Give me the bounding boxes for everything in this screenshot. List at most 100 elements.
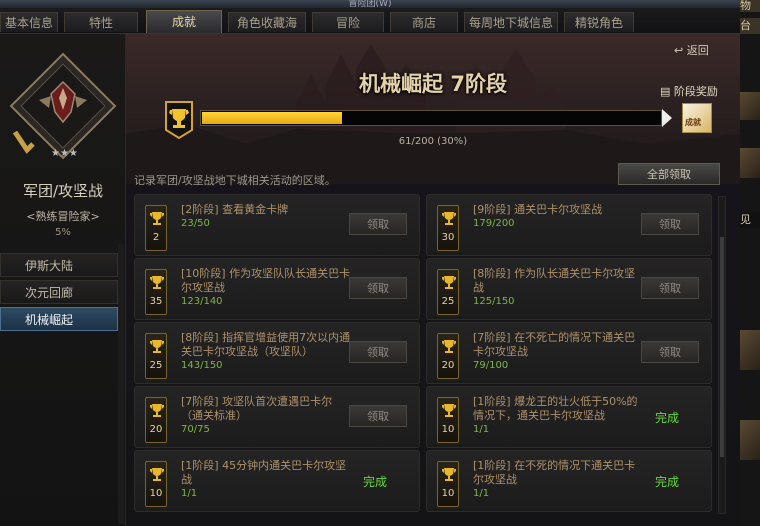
claim-button[interactable]: 领取 [349,405,407,427]
trophy-icon [150,404,164,417]
achievement-points: 25 [149,360,163,371]
nav-item-machine-rise[interactable]: 机械崛起 [0,307,118,331]
trophy-icon [150,276,164,289]
stage-progress-fill [202,112,342,124]
tab-achievements[interactable]: 成就 [146,10,222,33]
category-panel: ★★★ 军团/攻坚战 <熟练冒险家> 5% 伊斯大陆 次元回廊 机械崛起 [0,34,126,526]
level-badge: 2 [145,205,167,251]
tab-character-collection[interactable]: 角色收藏海 [228,12,306,32]
achievement-progress: 143/150 [181,360,223,371]
background-label-1: 物 [740,0,760,12]
background-portrait [740,330,760,370]
tab-bar: 基本信息 特性 成就 角色收藏海 冒险 商店 每周地下城信息 精锐角色 [0,8,740,34]
scrollbar-thumb[interactable] [720,237,724,457]
background-portrait [740,92,760,120]
nav-item-isth-continent[interactable]: 伊斯大陆 [0,253,118,277]
achievement-points: 35 [149,296,163,307]
tab-shop[interactable]: 商店 [390,12,458,32]
achievement-points: 25 [441,296,455,307]
achievement-card: 10 [1阶段] 在不死的情况下通关巴卡尔攻坚战 1/1 完成 [426,450,712,512]
achievement-points: 20 [149,424,163,435]
achievement-points: 10 [441,424,455,435]
category-scrollbar[interactable] [118,244,124,524]
achievement-title: [7阶段] 在不死亡的情况下通关巴卡尔攻坚战 [473,331,636,358]
achievement-title: [1阶段] 45分钟内通关巴卡尔攻坚战 [181,459,347,486]
claim-button[interactable]: 领取 [641,277,699,299]
level-badge: 25 [437,269,459,315]
back-label: 返回 [686,44,709,57]
achievement-panel: ↩ 返回 机械崛起 7阶段 ▤ 阶段奖励 成就 61/200 (30%) 记录军… [126,34,740,526]
rank-title: <熟练冒险家> [26,210,100,223]
claim-button[interactable]: 领取 [349,213,407,235]
legion-emblem-icon: ★★★ [9,52,117,160]
trophy-icon [150,340,164,353]
achievement-title: [1阶段] 在不死的情况下通关巴卡尔攻坚战 [473,459,636,486]
level-badge: 35 [145,269,167,315]
tab-weekly-dungeon[interactable]: 每周地下城信息 [464,12,558,32]
achievement-card: 20 [7阶段] 在不死亡的情况下通关巴卡尔攻坚战 79/100 领取 [426,322,712,384]
claim-button[interactable]: 领取 [349,341,407,363]
claim-button[interactable]: 领取 [641,213,699,235]
nav-item-dimension-corridor[interactable]: 次元回廊 [0,280,118,304]
achievement-progress: 123/140 [181,296,223,307]
achievement-title: [8阶段] 作为队长通关巴卡尔攻坚战 [473,267,636,294]
achievement-title: [1阶段] 爆龙王的壮火低于50%的情况下，通关巴卡尔攻坚战 [473,395,638,422]
trophy-icon [442,276,456,289]
category-description: 记录军团/攻坚战地下城相关活动的区域。 [134,174,336,187]
back-button[interactable]: ↩ 返回 [674,42,709,58]
claim-button[interactable]: 领取 [641,341,699,363]
level-badge: 10 [437,461,459,507]
reward-icon-label: 成就 [685,118,701,127]
background-portrait [740,420,760,460]
trophy-icon [442,340,456,353]
achievement-progress: 70/75 [181,424,210,435]
achievement-progress: 23/50 [181,218,210,229]
complete-label: 完成 [363,475,388,489]
achievement-card: 25 [8阶段] 作为队长通关巴卡尔攻坚战 125/150 领取 [426,258,712,320]
tab-adventure[interactable]: 冒险 [312,12,384,32]
achievement-progress: 1/1 [181,488,198,499]
tab-elite-character[interactable]: 精锐角色 [564,12,634,32]
achievement-progress: 79/100 [473,360,509,371]
tab-basic-info[interactable]: 基本信息 [0,12,58,32]
level-badge: 25 [145,333,167,379]
achievement-points: 2 [152,232,160,243]
stage-reward-text: 阶段奖励 [673,85,718,98]
achievement-title: [8阶段] 指挥官增益使用7次以内通关巴卡尔攻坚战（攻坚队） [181,331,351,358]
achievement-card: 35 [10阶段] 作为攻坚队队长通关巴卡尔攻坚战 123/140 领取 [134,258,420,320]
tab-traits[interactable]: 特性 [64,12,138,32]
background-portrait [740,148,760,178]
level-badge: 30 [437,205,459,251]
trophy-icon [442,468,456,481]
category-percent: 5% [55,227,71,238]
stage-progress-bar [200,110,662,126]
stage-progress-text: 61/200 (30%) [398,136,468,147]
trophy-icon [442,404,456,417]
achievement-title: [7阶段] 攻坚队首次遭遇巴卡尔（通关标准） [181,395,333,422]
achievement-points: 10 [441,488,455,499]
background-label-3: 见措 [740,212,760,228]
achievement-points: 20 [441,360,455,371]
stage-reward-label: ▤ 阶段奖励 [660,85,718,98]
achievement-progress: 125/150 [473,296,515,307]
trophy-icon [165,101,193,140]
achievement-title: [10阶段] 作为攻坚队队长通关巴卡尔攻坚战 [181,267,351,294]
trophy-icon [442,212,456,225]
window-title: 冒险团(W) [348,0,392,8]
achievement-points: 30 [441,232,455,243]
achievement-card: 25 [8阶段] 指挥官增益使用7次以内通关巴卡尔攻坚战（攻坚队） 143/150 领… [134,322,420,384]
achievement-progress: 1/1 [473,488,490,499]
claim-all-button[interactable]: 全部领取 [618,163,720,185]
trophy-icon [150,212,164,225]
stage-reward-icon[interactable]: 成就 [682,103,712,133]
achievement-card: 2 [2阶段] 查看黄金卡牌 23/50 领取 [134,194,420,256]
complete-label: 完成 [655,475,680,489]
achievement-card: 10 [1阶段] 爆龙王的壮火低于50%的情况下，通关巴卡尔攻坚战 1/1 完成 [426,386,712,448]
achievement-card: 10 [1阶段] 45分钟内通关巴卡尔攻坚战 1/1 完成 [134,450,420,512]
achievement-card: 30 [9阶段] 通关巴卡尔攻坚战 179/200 领取 [426,194,712,256]
level-badge: 20 [437,333,459,379]
achievement-scrollbar[interactable] [718,196,726,514]
progress-arrow-icon [662,109,672,127]
level-badge: 10 [145,461,167,507]
claim-button[interactable]: 领取 [349,277,407,299]
